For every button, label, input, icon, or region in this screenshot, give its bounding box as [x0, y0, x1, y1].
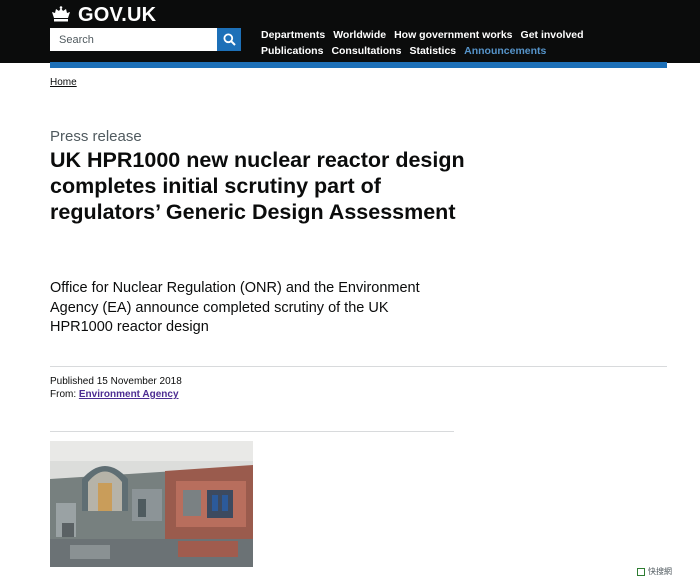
nav-link-departments[interactable]: Departments [261, 29, 325, 41]
published-date: 15 November 2018 [96, 376, 182, 387]
breadcrumb-home[interactable]: Home [50, 77, 77, 88]
main-navigation: Departments Worldwide How government wor… [261, 27, 584, 59]
article-metadata: Published 15 November 2018 From: Environ… [50, 375, 182, 401]
nav-link-consultations[interactable]: Consultations [331, 45, 401, 57]
search-button[interactable] [217, 28, 241, 51]
nav-link-get-involved[interactable]: Get involved [521, 29, 584, 41]
search-icon [223, 33, 236, 46]
nav-row-secondary: Publications Consultations Statistics An… [261, 43, 581, 59]
site-header: GOV.UK Departments Worldwide How governm… [0, 0, 700, 63]
header-accent-bar [50, 62, 667, 68]
page-title: UK HPR1000 new nuclear reactor design co… [50, 148, 465, 224]
govuk-logo-link[interactable]: GOV.UK [50, 4, 156, 26]
article-summary: Office for Nuclear Regulation (ONR) and … [50, 280, 420, 335]
watermark-text: 快搜網 [648, 567, 672, 576]
from-label: From: [50, 389, 77, 400]
metadata-divider-top [50, 366, 667, 367]
from-organisation-link[interactable]: Environment Agency [79, 389, 179, 400]
nav-link-how-government-works[interactable]: How government works [394, 29, 512, 41]
from-line: From: Environment Agency [50, 388, 182, 401]
nav-link-announcements[interactable]: Announcements [464, 45, 546, 57]
metadata-divider-bottom [50, 431, 454, 432]
document-type: Press release [50, 128, 142, 145]
nav-link-worldwide[interactable]: Worldwide [333, 29, 386, 41]
search-input[interactable] [50, 28, 217, 51]
search-form [50, 28, 241, 51]
nav-row-primary: Departments Worldwide How government wor… [261, 27, 584, 43]
nav-link-statistics[interactable]: Statistics [409, 45, 456, 57]
watermark: 快搜網 [637, 566, 672, 577]
logo-text: GOV.UK [78, 3, 157, 26]
published-label: Published [50, 376, 94, 387]
published-line: Published 15 November 2018 [50, 375, 182, 388]
crown-icon [50, 6, 72, 24]
nav-link-publications[interactable]: Publications [261, 45, 323, 57]
watermark-logo-icon [637, 567, 645, 576]
reactor-cutaway-image [50, 441, 253, 567]
